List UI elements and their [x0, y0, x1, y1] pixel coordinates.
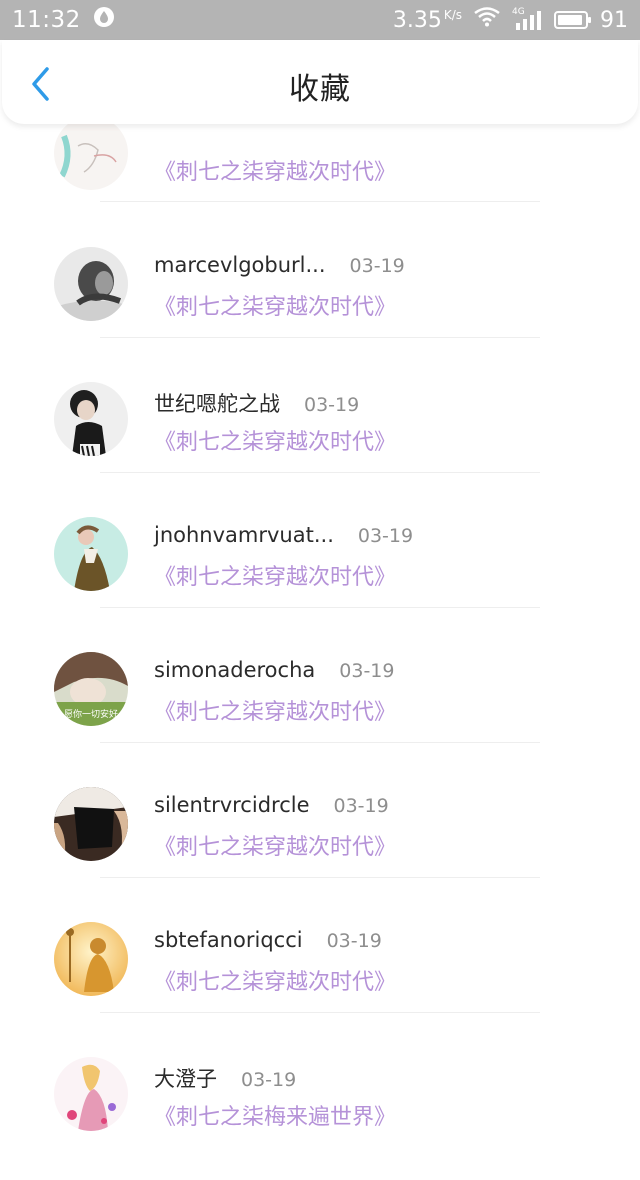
network-speed: 3.35 K/s [392, 7, 462, 33]
avatar-caption: 愿你一切安好 [64, 708, 118, 720]
notification-icon [93, 6, 115, 34]
list-item[interactable]: jnohnvamrvuat... 03-19 《刺七之柒穿越次时代》 [0, 505, 640, 640]
list-item[interactable]: sbtefanoriqcci 03-19 《刺七之柒穿越次时代》 [0, 910, 640, 1045]
user-name: silentrvrcidrcle [154, 793, 310, 817]
avatar[interactable] [54, 922, 128, 996]
user-name: sbtefanoriqcci [154, 928, 303, 952]
divider [100, 472, 540, 473]
user-name: 大澄子 [154, 1067, 217, 1091]
user-name: jnohnvamrvuat... [154, 523, 334, 547]
page-title: 收藏 [289, 72, 351, 107]
book-title-link[interactable]: 《刺七之柒穿越次时代》 [154, 289, 396, 321]
date-label: 03-19 [357, 525, 414, 547]
date-label: 03-19 [241, 1069, 297, 1091]
divider [100, 201, 540, 202]
book-title-link[interactable]: 《刺七之柒穿越次时代》 [154, 964, 396, 996]
header: 收藏 [2, 40, 638, 124]
date-label: 03-19 [349, 255, 405, 277]
battery-icon [554, 11, 591, 29]
date-label: 03-19 [304, 394, 360, 416]
avatar[interactable]: 愿你一切安好 [54, 652, 128, 726]
date-label: 03-19 [339, 660, 395, 682]
book-title-link[interactable]: 《刺七之柒穿越次时代》 [154, 154, 396, 186]
battery-percent: 91 [600, 7, 628, 33]
avatar[interactable] [54, 247, 128, 321]
book-title-link[interactable]: 《刺七之柒穿越次时代》 [154, 559, 396, 591]
avatar[interactable] [54, 1057, 128, 1131]
user-name: 世纪嗯舵之战 [154, 392, 280, 416]
status-bar: 11:32 3.35 K/s 4G 91 [0, 0, 640, 40]
avatar[interactable] [54, 787, 128, 861]
divider [100, 607, 540, 608]
book-title-link[interactable]: 《刺七之柒穿越次时代》 [154, 424, 396, 456]
divider [100, 1012, 540, 1013]
list-item[interactable]: 大澄子 03-19 《刺七之柒梅来遍世界》 [0, 1045, 640, 1180]
avatar[interactable] [54, 116, 128, 190]
wifi-icon [474, 7, 500, 33]
divider [100, 742, 540, 743]
user-name: marcevlgoburl... [154, 253, 326, 277]
avatar[interactable] [54, 517, 128, 591]
date-label: 03-19 [333, 795, 389, 817]
book-title-link[interactable]: 《刺七之柒穿越次时代》 [154, 829, 396, 861]
book-title-link[interactable]: 《刺七之柒穿越次时代》 [154, 694, 396, 726]
user-name: simonaderocha [154, 658, 316, 682]
signal-icon: 4G [512, 7, 542, 31]
avatar[interactable] [54, 382, 128, 456]
status-time: 11:32 [12, 7, 81, 33]
divider [100, 877, 540, 878]
list-item[interactable]: silentrvrcidrcle 03-19 《刺七之柒穿越次时代》 [0, 775, 640, 910]
date-label: 03-19 [326, 930, 382, 952]
list-item[interactable]: marcevlgoburl... 03-19 《刺七之柒穿越次时代》 [0, 235, 640, 370]
divider [100, 337, 540, 338]
list-item[interactable]: 世纪嗯舵之战 03-19 《刺七之柒穿越次时代》 [0, 370, 640, 505]
book-title-link[interactable]: 《刺七之柒梅来遍世界》 [154, 1099, 396, 1131]
list-item[interactable]: 愿你一切安好 simonaderocha 03-19 《刺七之柒穿越次时代》 [0, 640, 640, 775]
